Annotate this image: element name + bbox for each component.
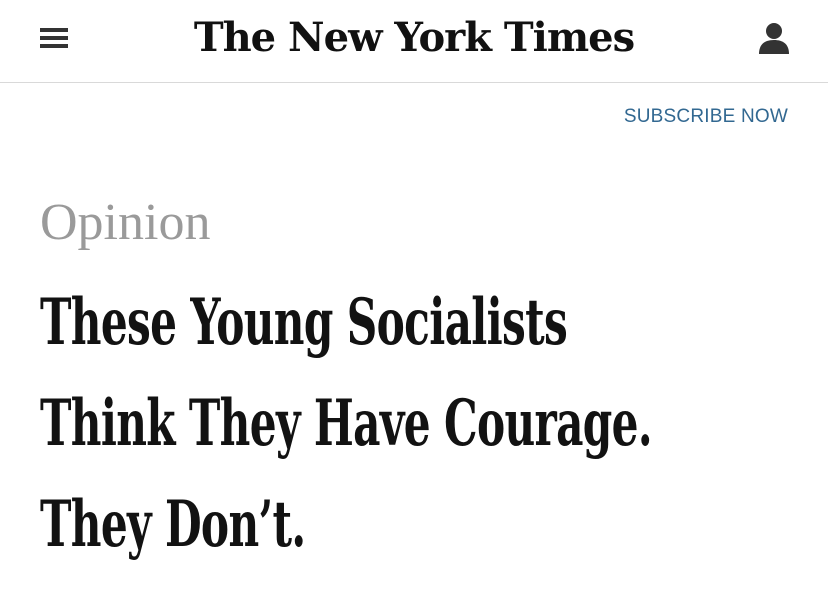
- headline-line-1: These Young Socialists: [40, 285, 568, 360]
- user-account-icon[interactable]: [756, 20, 792, 56]
- opinion-kicker[interactable]: Opinion: [40, 192, 210, 254]
- article-headline: These Young Socialists Think They Have C…: [40, 272, 653, 575]
- subscribe-now-link[interactable]: SUBSCRIBE NOW: [624, 106, 788, 128]
- headline-line-2: Think They Have Courage.: [40, 386, 653, 461]
- site-logo[interactable]: The New York Times: [0, 12, 828, 64]
- headline-line-3: They Don’t.: [40, 487, 306, 562]
- site-header: The New York Times: [0, 0, 828, 83]
